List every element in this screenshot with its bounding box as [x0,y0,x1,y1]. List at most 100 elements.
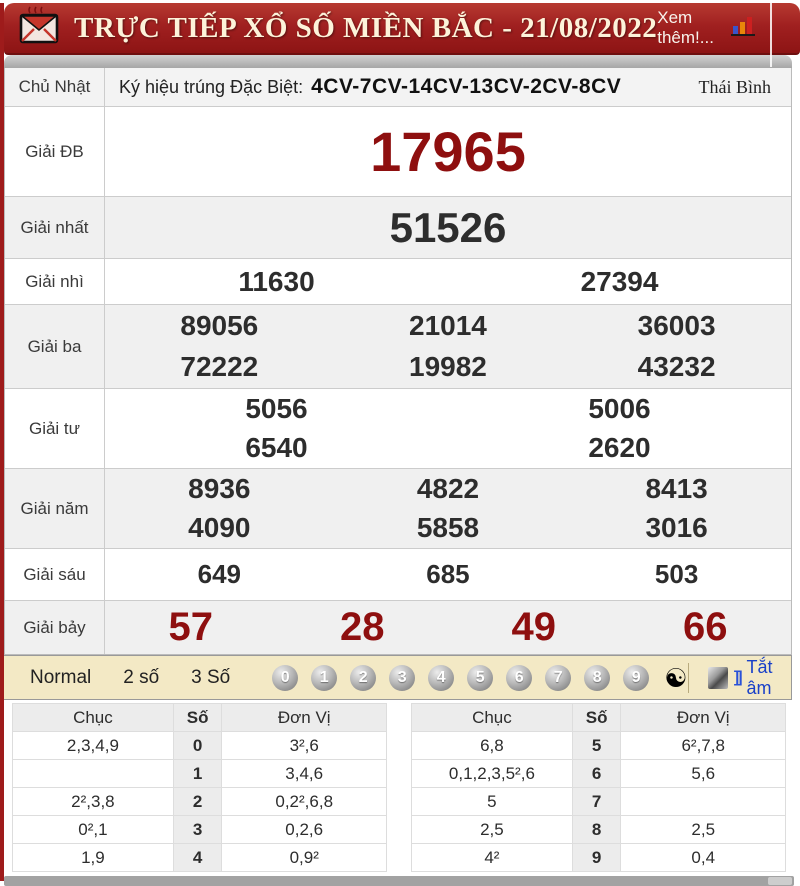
prize-label: Giải năm [5,469,105,548]
col-header-digit: Số [172,703,223,732]
tab-3so[interactable]: 3 Số [175,667,246,689]
see-more-link[interactable]: Xem thêm!... [657,8,722,48]
prize-label: Giải nhì [5,259,105,304]
digit-cell: 0 [172,731,223,760]
prize-number: 27394 [580,265,659,297]
prize-number: 49 [511,605,557,649]
prize-number: 57 [168,605,214,649]
prize-number: 19982 [409,351,487,383]
tens-cell: 2,3,4,9 [12,731,174,760]
prize-number: 51526 [389,203,507,251]
stats-row: 1,9 4 0,9² [12,843,387,872]
units-cell [620,787,786,816]
digit-cell: 5 [571,731,622,760]
mute-button[interactable]: ]] Tắt âm [687,657,784,699]
prize-number: 4090 [188,512,251,544]
stats-row: 0,1,2,3,5²,6 6 5,6 [411,759,786,788]
prize-label: Giải tư [5,389,105,468]
prize-row-seventh: Giải bảy 57 28 49 66 [5,600,791,654]
yin-yang-icon[interactable]: ☯ [664,665,687,691]
digit-stats-section: Chục Số Đơn Vị 2,3,4,9 0 3²,6 1 3,4,6 2²… [4,700,800,872]
digit-ball-7[interactable]: 7 [545,664,572,691]
digit-ball-5[interactable]: 5 [467,664,494,691]
digit-cell: 6 [571,759,622,788]
speaker-icon [708,666,728,689]
col-header-units: Đơn Vị [221,703,387,732]
prize-number: 66 [683,605,728,649]
digit-cell: 1 [172,759,223,788]
bar-chart-icon[interactable] [730,14,756,43]
tens-cell [12,759,174,788]
scrollbar-thumb[interactable] [768,877,792,885]
prize-label: Giải ba [5,305,105,388]
digit-ball-2[interactable]: 2 [350,664,377,691]
tens-cell: 2,5 [411,815,573,844]
digit-ball-6[interactable]: 6 [506,664,533,691]
prize-number: 503 [654,559,699,589]
units-cell: 2,5 [620,815,786,844]
units-cell: 5,6 [620,759,786,788]
prize-number: 649 [197,559,242,589]
units-cell: 6²,7,8 [620,731,786,760]
digit-cell: 9 [571,843,622,872]
units-cell: 0,9² [221,843,387,872]
prize-number: 11630 [238,265,315,297]
toolbar: Normal 2 số 3 Số 0 1 2 3 4 5 6 7 8 9 ☯ ]… [4,655,792,700]
prize-number: 4822 [416,472,480,504]
prize-number: 21014 [409,309,487,341]
tab-2so[interactable]: 2 số [107,667,175,689]
toolbar-separator [687,662,689,693]
prize-number: 6540 [245,432,308,464]
lottery-results-page: TRỰC TIẾP XỔ SỐ MIỀN BẮC - 21/08/2022 Xe… [0,3,800,886]
prize-row-fourth: Giải tư 5056 5006 6540 2620 [5,388,791,468]
digit-ball-0[interactable]: 0 [272,664,299,691]
prize-number: 36003 [637,309,716,341]
prize-number: 3016 [645,512,708,544]
col-header-tens: Chục [12,703,174,732]
tens-cell: 4² [411,843,573,872]
table-row-header: Chủ Nhật Ký hiệu trúng Đặc Biệt: 4CV-7CV… [5,68,791,106]
tens-cell: 6,8 [411,731,573,760]
digit-ball-4[interactable]: 4 [428,664,455,691]
stats-row: 1 3,4,6 [12,759,387,788]
stats-row: 6,8 5 6²,7,8 [411,731,786,760]
prize-label: Giải bảy [5,601,105,654]
tens-cell: 0,1,2,3,5²,6 [411,759,573,788]
prize-row-sixth: Giải sáu 649 685 503 [5,548,791,600]
digit-ball-9[interactable]: 9 [623,664,650,691]
stats-row: 5 7 [411,787,786,816]
tens-cell: 0²,1 [12,815,174,844]
prize-number: 685 [426,559,470,589]
units-cell: 3²,6 [221,731,387,760]
digit-cell: 7 [571,787,622,816]
province-name: Thái Bình [698,76,772,97]
prize-label: Giải nhất [5,197,105,258]
prize-number: 72222 [180,351,259,383]
digit-ball-8[interactable]: 8 [584,664,611,691]
tab-normal[interactable]: Normal [14,667,107,689]
digit-ball-1[interactable]: 1 [311,664,338,691]
prize-number: 28 [340,605,385,649]
prize-row-third: Giải ba 89056 21014 36003 72222 19982 43… [5,304,791,388]
tens-cell: 1,9 [12,843,174,872]
weekday-label: Chủ Nhật [5,68,105,106]
digit-ball-3[interactable]: 3 [389,664,416,691]
prize-row-fifth: Giải năm 8936 4822 8413 4090 5858 3016 [5,468,791,548]
prize-row-special: Giải ĐB 17965 [5,106,791,196]
prize-number: 17965 [370,120,526,183]
header-divider [770,3,772,67]
stats-row: 2,5 8 2,5 [411,815,786,844]
stats-row: 0²,1 3 0,2,6 [12,815,387,844]
stats-row: 4² 9 0,4 [411,843,786,872]
prize-number: 5858 [416,512,480,544]
prize-number: 8936 [188,472,251,504]
prize-number: 5006 [588,392,651,424]
results-table: Chủ Nhật Ký hiệu trúng Đặc Biệt: 4CV-7CV… [4,68,792,655]
tens-cell: 2²,3,8 [12,787,174,816]
prize-number: 2620 [588,432,651,464]
page-title: TRỰC TIẾP XỔ SỐ MIỀN BẮC - 21/08/2022 [74,11,658,44]
sound-wave-icon: ]] [733,668,743,686]
header-gray-strip [4,55,792,68]
col-header-tens: Chục [411,703,573,732]
units-cell: 3,4,6 [221,759,387,788]
